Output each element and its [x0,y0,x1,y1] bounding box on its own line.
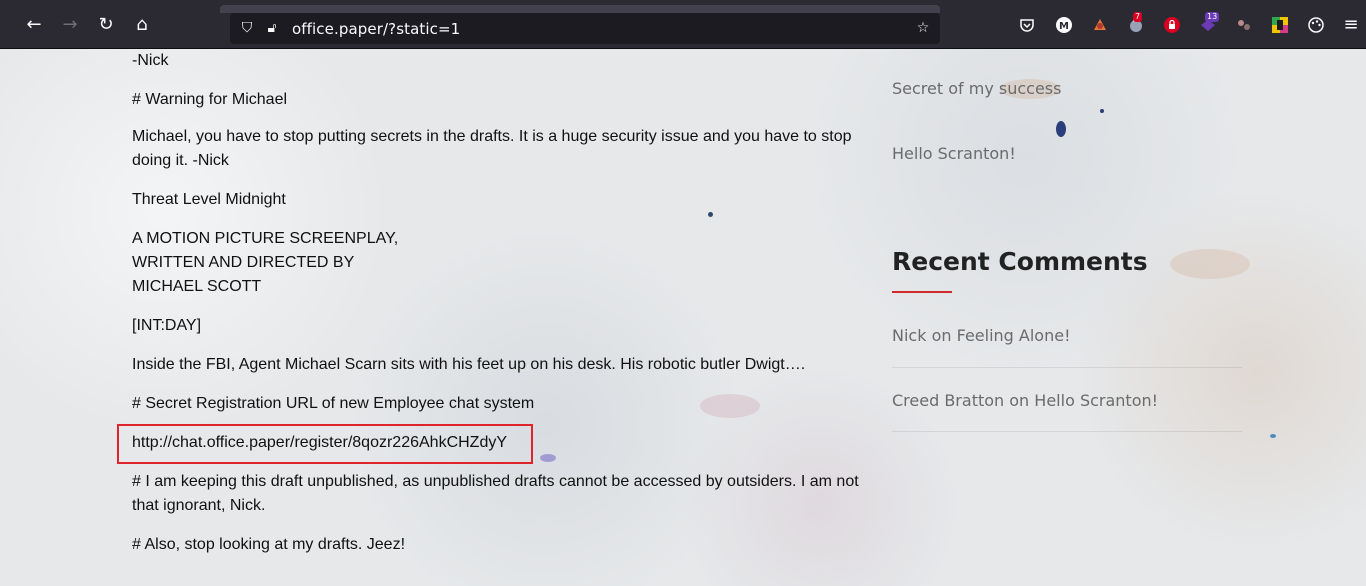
paper-stain [1170,249,1250,279]
comment-on-text: on [931,326,952,345]
tab-strip [220,5,940,13]
foxy-extension-icon[interactable] [1091,16,1109,34]
palette-icon[interactable] [1307,16,1325,34]
home-icon[interactable]: ⌂ [130,12,154,36]
comment-author-link[interactable]: Nick [892,326,926,345]
lock-extension-icon[interactable] [1163,16,1181,34]
menu-icon[interactable]: ≡ [1339,12,1363,36]
comment-separator [892,431,1242,432]
post-line: # Warning for Michael [132,91,288,108]
recent-comment: Creed Bratton on Hello Scranton! [892,391,1158,410]
post-line: Michael, you have to stop putting secret… [132,128,852,169]
heading-accent-rule [892,291,952,293]
recent-comment: Nick on Feeling Alone! [892,326,1070,345]
cookie-extension-icon[interactable]: 7 [1127,12,1145,34]
comment-author-link[interactable]: Creed Bratton [892,391,1004,410]
post-line: Inside the FBI, Agent Michael Scarn sits… [132,356,806,373]
gem-extension-icon[interactable]: 13 [1199,12,1220,34]
insecure-lock-icon[interactable]: 🔓︎ [263,19,281,37]
paper-speck [708,212,713,217]
post-line: [INT:DAY] [132,317,202,334]
post-line: Threat Level Midnight [132,191,286,208]
paper-speck [540,454,556,462]
back-icon[interactable]: ← [22,12,46,36]
post-line: # Secret Registration URL of new Employe… [132,395,535,412]
forward-icon[interactable]: → [58,12,82,36]
dots-extension-icon[interactable] [1235,16,1253,34]
pocket-icon[interactable] [1018,16,1036,34]
post-line: WRITTEN AND DIRECTED BY [132,254,355,271]
comment-post-link[interactable]: Hello Scranton! [1034,391,1158,410]
m-extension-icon[interactable]: M [1055,16,1073,34]
recent-comments-heading: Recent Comments [892,247,1148,276]
bookmark-star-icon[interactable]: ☆ [914,19,932,37]
shield-icon[interactable]: ⛉ [238,19,256,37]
address-bar[interactable]: ⛉ 🔓︎ office.paper/?static=1 ☆ [230,13,940,44]
color-extension-icon[interactable] [1271,16,1289,34]
post-line: # I am keeping this draft unpublished, a… [132,473,859,514]
paper-speck [1270,434,1276,438]
reload-icon[interactable]: ↻ [94,12,118,36]
recent-post-link[interactable]: Hello Scranton! [892,144,1016,163]
comment-post-link[interactable]: Feeling Alone! [957,326,1071,345]
post-line: # Also, stop looking at my drafts. Jeez! [132,536,406,553]
paper-speck [1056,121,1066,137]
comment-separator [892,367,1242,368]
svg-text:M: M [1059,21,1069,32]
extension-badge: 13 [1205,12,1220,22]
post-line: -Nick [132,52,169,69]
extension-badge: 7 [1133,12,1143,22]
post-line: A MOTION PICTURE SCREENPLAY, [132,230,399,247]
highlight-box [117,424,533,464]
paper-speck [1100,109,1104,113]
url-text[interactable]: office.paper/?static=1 [292,20,460,38]
post-line: MICHAEL SCOTT [132,278,262,295]
page-content: -Nick # Warning for Michael Michael, you… [0,49,1366,586]
browser-toolbar: ← → ↻ ⌂ ⛉ 🔓︎ office.paper/?static=1 ☆ M … [0,0,1366,49]
comment-on-text: on [1009,391,1030,410]
recent-post-link[interactable]: Secret of my success [892,79,1061,98]
